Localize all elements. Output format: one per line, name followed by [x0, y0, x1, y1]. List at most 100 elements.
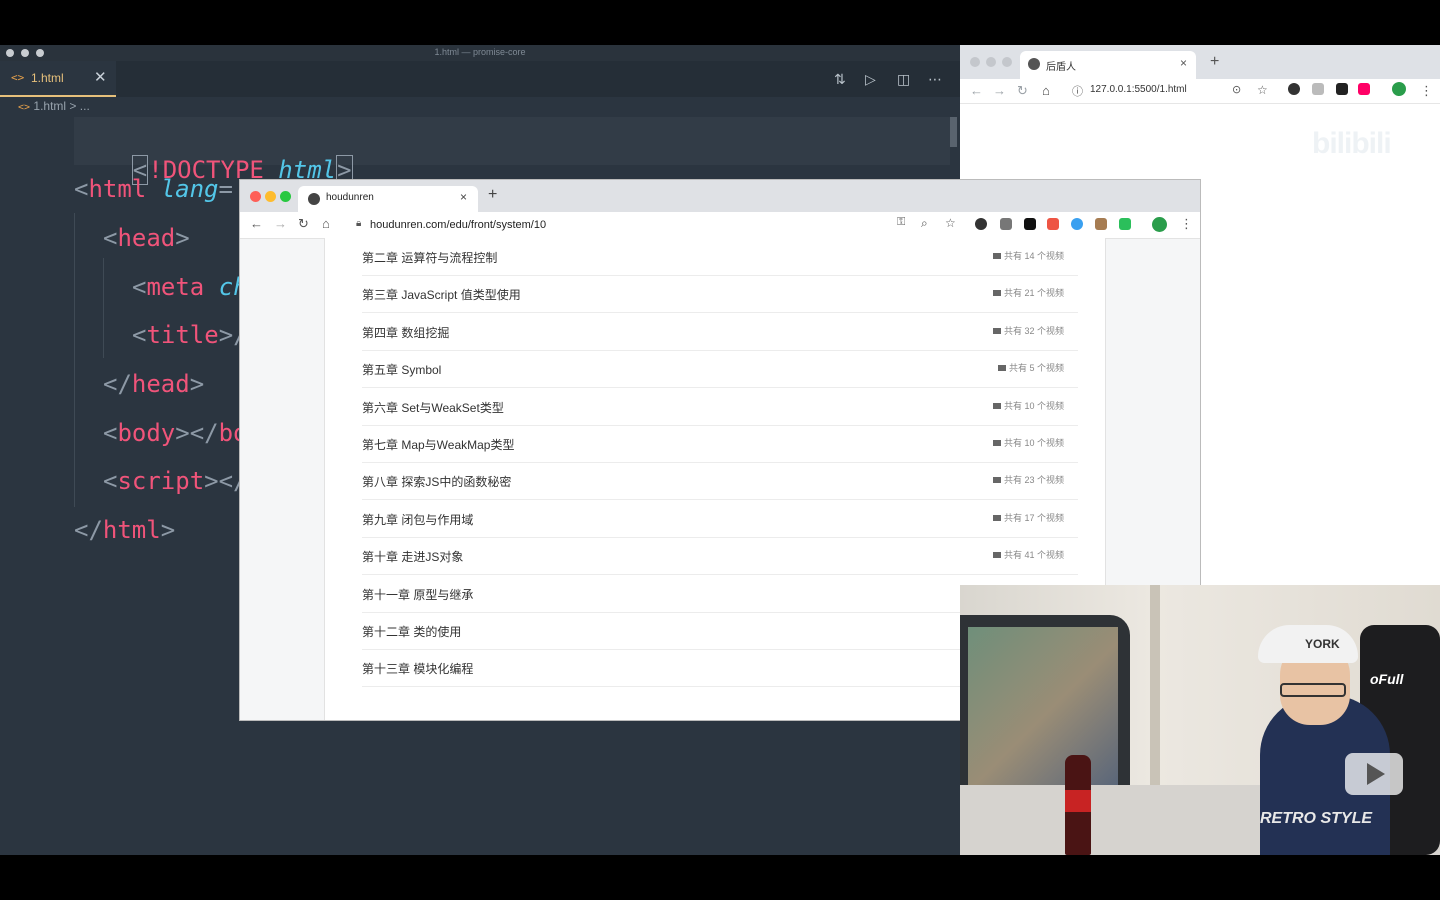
lock-icon[interactable]: 🔒︎ [356, 218, 361, 229]
chapter-title[interactable]: 第十章 走进JS对象 [362, 548, 463, 565]
menu-icon[interactable]: ⋮ [1180, 216, 1193, 232]
close-window-button[interactable] [250, 191, 261, 202]
chapter-title[interactable]: 第十三章 模块化编程 [362, 660, 473, 677]
browser-tab[interactable]: houdunren × [298, 186, 478, 212]
code-line-8[interactable]: <script></ [103, 466, 248, 496]
reload-icon[interactable]: ↻ [1017, 83, 1028, 99]
video-count-text: 共有 14 个视频 [1003, 251, 1064, 261]
breadcrumb-file[interactable]: 1.html [33, 99, 66, 113]
address-bar[interactable]: 🔒︎ houdunren.com/edu/front/system/10 [350, 216, 950, 234]
chapter-row[interactable]: 第七章 Map与WeakMap类型 共有 10 个视频 [362, 425, 1078, 463]
editor-tab-1html[interactable]: <> 1.html ✕ [0, 61, 116, 97]
video-count: 共有 21 个视频 [992, 286, 1064, 299]
play-button[interactable] [1345, 753, 1403, 795]
cap-logo: YORK [1305, 637, 1340, 651]
bookmark-star-icon[interactable]: ☆ [945, 216, 956, 230]
extension-icon[interactable] [1000, 218, 1012, 230]
close-window-button[interactable] [970, 57, 980, 67]
forward-icon[interactable]: → [274, 216, 287, 231]
video-count-text: 共有 17 个视频 [1003, 512, 1064, 523]
extension-icon[interactable] [1336, 83, 1348, 95]
extension-icon[interactable] [1312, 83, 1324, 95]
forward-icon[interactable]: → [993, 83, 1006, 98]
code-line-7[interactable]: <body></bo [103, 418, 248, 448]
chapter-title[interactable]: 第十二章 类的使用 [362, 623, 461, 640]
code-line-5[interactable]: <title>/ [132, 320, 248, 350]
video-count: 共有 14 个视频 [992, 249, 1064, 262]
wifi-extension-icon[interactable] [1119, 218, 1131, 230]
code-line-2[interactable]: <html lang= [74, 174, 233, 204]
indent-guide [103, 258, 104, 358]
new-tab-button[interactable]: + [488, 186, 497, 204]
video-count-text: 共有 10 个视频 [1003, 400, 1064, 411]
close-tab-icon[interactable]: ✕ [94, 68, 107, 86]
code-line-9[interactable]: </html> [74, 515, 175, 545]
chapter-row[interactable]: 第九章 闭包与作用域 共有 17 个视频 [362, 500, 1078, 538]
key-icon[interactable]: ⚿ [897, 216, 905, 229]
chapter-title[interactable]: 第二章 运算符与流程控制 [362, 249, 497, 266]
breadcrumb-rest[interactable]: ... [80, 99, 90, 113]
close-tab-icon[interactable]: × [1180, 56, 1187, 70]
key-icon[interactable]: ⊙ [1232, 83, 1241, 96]
chapter-title[interactable]: 第四章 数组挖掘 [362, 324, 449, 341]
extension-icon[interactable] [1288, 83, 1300, 95]
zoom-window-button[interactable] [1002, 57, 1012, 67]
info-icon[interactable]: ⓘ [1072, 83, 1083, 99]
video-camera-icon [992, 477, 1001, 484]
chapter-title[interactable]: 第十一章 原型与继承 [362, 586, 473, 603]
zoom-icon[interactable]: ⌕ [921, 216, 928, 231]
video-count-text: 共有 21 个视频 [1003, 288, 1064, 299]
git-compare-icon[interactable]: ⇅ [834, 71, 846, 88]
extension-icon[interactable] [1024, 218, 1036, 230]
home-icon[interactable]: ⌂ [1042, 83, 1050, 98]
extension-icon[interactable] [1095, 218, 1107, 230]
menu-icon[interactable]: ⋮ [1420, 83, 1433, 99]
chapter-row[interactable]: 第八章 探索JS中的函数秘密 共有 23 个视频 [362, 462, 1078, 501]
back-icon[interactable]: ← [250, 216, 263, 231]
profile-avatar[interactable] [1392, 82, 1406, 96]
browser-tab-title: houdunren [326, 192, 374, 203]
more-icon[interactable]: ⋯ [928, 71, 942, 88]
close-tab-icon[interactable]: × [460, 190, 467, 204]
home-icon[interactable]: ⌂ [322, 216, 330, 231]
chapter-title[interactable]: 第七章 Map与WeakMap类型 [362, 436, 514, 453]
zoom-window-button[interactable] [280, 191, 291, 202]
video-count-text: 共有 23 个视频 [1003, 475, 1064, 486]
split-editor-icon[interactable]: ◫ [897, 71, 910, 88]
extension-icon[interactable] [1047, 218, 1059, 230]
browser-tab[interactable]: 后盾人 × [1020, 51, 1196, 79]
chapter-row[interactable]: 第二章 运算符与流程控制 共有 14 个视频 [362, 238, 1078, 276]
chapter-title[interactable]: 第五章 Symbol [362, 361, 441, 378]
new-tab-button[interactable]: + [1210, 53, 1219, 71]
chapter-row[interactable]: 第三章 JavaScript 值类型使用 共有 21 个视频 [362, 275, 1078, 314]
chapter-title[interactable]: 第六章 Set与WeakSet类型 [362, 399, 504, 416]
chapter-row[interactable]: 第五章 Symbol 共有 5 个视频 [362, 350, 1078, 389]
code-line-6[interactable]: </head> [103, 369, 204, 399]
url-text: 127.0.0.1:5500/1.html [1090, 84, 1187, 95]
chapter-row[interactable]: 第十章 走进JS对象 共有 41 个视频 [362, 537, 1078, 576]
chapter-title[interactable]: 第八章 探索JS中的函数秘密 [362, 473, 511, 490]
extension-icon[interactable] [1071, 218, 1083, 230]
code-line-3[interactable]: <head> [103, 223, 190, 253]
editor-scrollbar[interactable] [950, 117, 957, 147]
chapter-row[interactable]: 第六章 Set与WeakSet类型 共有 10 个视频 [362, 388, 1078, 426]
extension-icon[interactable] [1358, 83, 1370, 95]
webcam-overlay: oFull YORK RETRO STYLE [960, 585, 1440, 855]
reload-icon[interactable]: ↻ [298, 216, 309, 232]
breadcrumb-separator: > [69, 99, 77, 113]
run-icon[interactable]: ▷ [865, 71, 876, 88]
chapter-row[interactable]: 第四章 数组挖掘 共有 32 个视频 [362, 313, 1078, 351]
shirt-print: RETRO STYLE [1260, 810, 1373, 827]
code-line-4[interactable]: <meta ch [132, 272, 248, 302]
profile-avatar[interactable] [1152, 217, 1167, 232]
minimize-window-button[interactable] [265, 191, 276, 202]
chapter-title[interactable]: 第九章 闭包与作用域 [362, 511, 473, 528]
minimize-window-button[interactable] [986, 57, 996, 67]
video-count: 共有 41 个视频 [992, 548, 1064, 561]
video-count: 共有 17 个视频 [992, 511, 1064, 524]
back-icon[interactable]: ← [970, 83, 983, 98]
chapter-title[interactable]: 第三章 JavaScript 值类型使用 [362, 286, 521, 303]
bookmark-star-icon[interactable]: ☆ [1257, 83, 1268, 97]
extension-icon[interactable] [975, 218, 987, 230]
cola-label [1065, 790, 1091, 812]
